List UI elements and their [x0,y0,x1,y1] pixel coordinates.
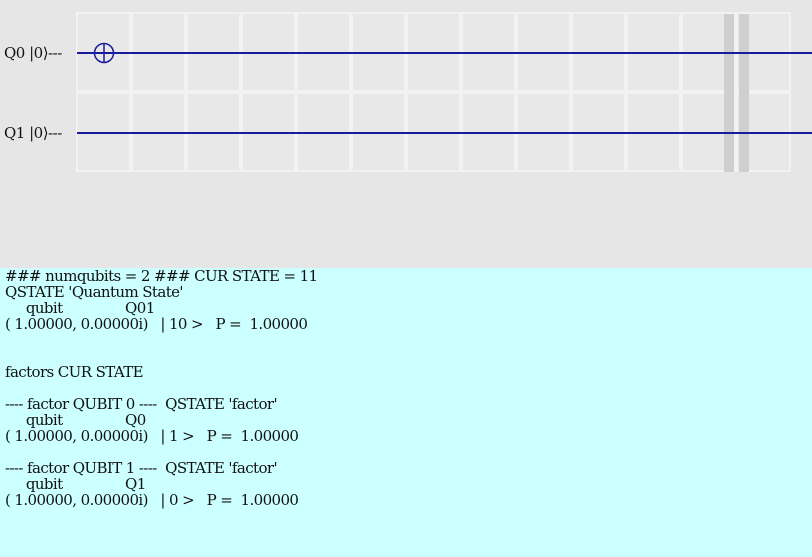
console-line: ( 1.00000, 0.00000i) | 10 > P = 1.00000 [5,315,308,333]
console-line: ---- factor QUBIT 0 ---- QSTATE 'factor' [5,395,278,413]
console-line: ( 1.00000, 0.00000i) | 1 > P = 1.00000 [5,427,299,445]
console-line: qubit Q01 [5,299,155,317]
qubit-label-q1: Q1 |0⟩--- [4,124,62,142]
console-line: factors CUR STATE [5,363,144,381]
console-line: qubit Q0 [5,411,146,429]
circuit-canvas[interactable]: Q0 |0⟩--- Q1 |0⟩--- [0,0,812,268]
state-output-console: ### numqubits = 2 ### CUR STATE = 11 QSTA… [0,268,812,557]
qubit-wire-q0 [77,52,812,54]
console-line: qubit Q1 [5,475,146,493]
qubit-label-q0: Q0 |0⟩--- [4,44,62,62]
console-line: ---- factor QUBIT 1 ---- QSTATE 'factor' [5,459,278,477]
cnot-target-gate[interactable] [93,42,115,64]
qubit-wire-q1 [77,132,812,134]
console-line: ### numqubits = 2 ### CUR STATE = 11 [5,267,318,285]
barrier-marker [724,14,734,172]
barrier-marker [739,14,749,172]
console-line: ( 1.00000, 0.00000i) | 0 > P = 1.00000 [5,491,299,509]
console-line: QSTATE 'Quantum State' [5,283,184,301]
